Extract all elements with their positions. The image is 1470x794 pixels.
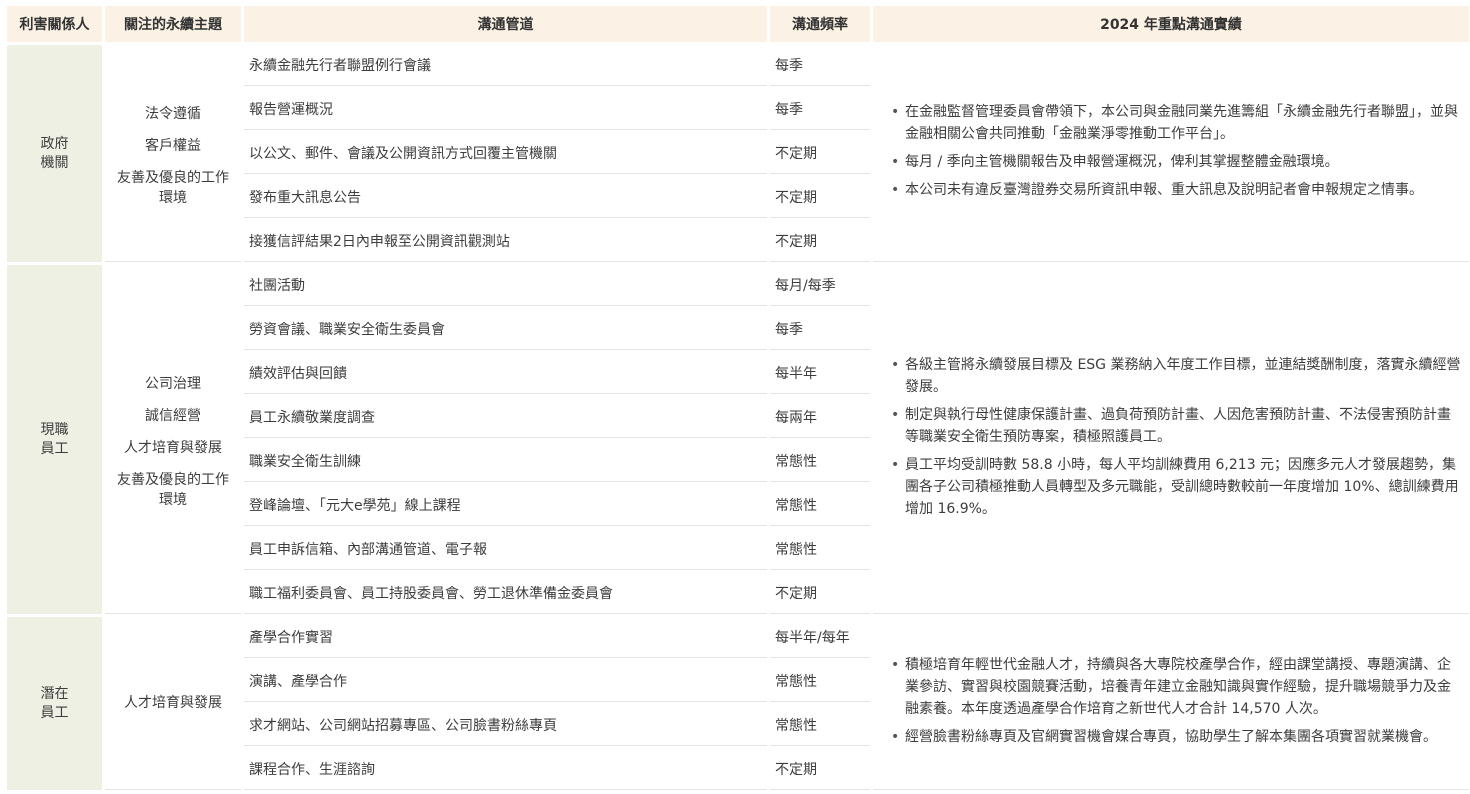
results-list: 各級主管將永續發展目標及 ESG 業務納入年度工作目標，並連結獎酬制度，落實永續… <box>891 354 1463 520</box>
header-topics: 關注的永續主題 <box>105 6 241 42</box>
topic-item: 人才培育與發展 <box>124 695 222 711</box>
frequency-cell: 每季 <box>770 89 870 130</box>
frequency-cell: 每季 <box>770 45 870 86</box>
result-bullet: 員工平均受訓時數 58.8 小時，每人平均訓練費用 6,213 元；因應多元人才… <box>891 454 1463 520</box>
frequency-cell: 常態性 <box>770 485 870 526</box>
channel-cell: 員工永續敬業度調查 <box>244 397 767 438</box>
stakeholder-name: 員工 <box>40 440 69 457</box>
frequency-cell: 常態性 <box>770 441 870 482</box>
stakeholder-name: 政府 <box>40 135 69 152</box>
channel-cell: 員工申訴信箱、內部溝通管道、電子報 <box>244 529 767 570</box>
topic-item: 公司治理 <box>145 376 201 392</box>
stakeholder-name: 機關 <box>40 154 69 171</box>
topics-cell: 法令遵循 客戶權益 友善及優良的工作 環境 <box>105 45 241 262</box>
frequency-cell: 不定期 <box>770 573 870 614</box>
result-bullet: 在金融監督管理委員會帶領下，本公司與金融同業先進籌組「永續金融先行者聯盟」，並與… <box>891 101 1463 145</box>
results-cell: 積極培育年輕世代金融人才，持續與各大專院校產學合作，經由課堂講授、專題演講、企業… <box>873 617 1469 790</box>
stakeholder-name: 員工 <box>40 704 69 721</box>
header-stakeholder: 利害關係人 <box>7 6 102 42</box>
channel-cell: 演講、產學合作 <box>244 661 767 702</box>
result-bullet: 各級主管將永續發展目標及 ESG 業務納入年度工作目標，並連結獎酬制度，落實永續… <box>891 354 1463 398</box>
frequency-cell: 常態性 <box>770 529 870 570</box>
channel-cell: 社團活動 <box>244 265 767 306</box>
results-list: 在金融監督管理委員會帶領下，本公司與金融同業先進籌組「永續金融先行者聯盟」，並與… <box>891 101 1463 201</box>
channel-cell: 永續金融先行者聯盟例行會議 <box>244 45 767 86</box>
frequency-cell: 每半年/每年 <box>770 617 870 658</box>
channel-cell: 職工福利委員會、員工持股委員會、勞工退休準備金委員會 <box>244 573 767 614</box>
frequency-cell: 常態性 <box>770 705 870 746</box>
channel-cell: 發布重大訊息公告 <box>244 177 767 218</box>
topics-cell: 人才培育與發展 <box>105 617 241 790</box>
header-channel: 溝通管道 <box>244 6 767 42</box>
table-row: 潛在員工 人才培育與發展 產學合作實習每半年/每年積極培育年輕世代金融人才，持續與各… <box>7 617 1469 790</box>
stakeholder-name: 現職 <box>40 421 69 438</box>
results-list: 積極培育年輕世代金融人才，持續與各大專院校產學合作，經由課堂講授、專題演講、企業… <box>891 654 1463 748</box>
channel-cell: 產學合作實習 <box>244 617 767 658</box>
channel-cell: 職業安全衛生訓練 <box>244 441 767 482</box>
channel-cell: 以公文、郵件、會議及公開資訊方式回覆主管機關 <box>244 133 767 174</box>
header-results: 2024 年重點溝通實績 <box>873 6 1469 42</box>
frequency-cell: 每月/每季 <box>770 265 870 306</box>
frequency-cell: 常態性 <box>770 661 870 702</box>
header-row: 利害關係人 關注的永續主題 溝通管道 溝通頻率 2024 年重點溝通實績 <box>7 6 1469 42</box>
channel-cell: 報告營運概況 <box>244 89 767 130</box>
frequency-cell: 不定期 <box>770 221 870 262</box>
result-bullet: 本公司未有違反臺灣證券交易所資訊申報、重大訊息及說明記者會申報規定之情事。 <box>891 179 1463 201</box>
stakeholder-cell: 政府 機關 <box>7 45 102 262</box>
frequency-cell: 不定期 <box>770 177 870 218</box>
results-cell: 在金融監督管理委員會帶領下，本公司與金融同業先進籌組「永續金融先行者聯盟」，並與… <box>873 45 1469 262</box>
topic-item: 客戶權益 <box>145 138 201 154</box>
result-bullet: 制定與執行母性健康保護計畫、過負荷預防計畫、人因危害預防計畫、不法侵害預防計畫等… <box>891 404 1463 448</box>
channel-cell: 接獲信評結果2日內申報至公開資訊觀測站 <box>244 221 767 262</box>
table-row: 現職員工公司治理誠信經營人才培育與發展友善及優良的工作環境社團活動每月/每季各級… <box>7 265 1469 614</box>
frequency-cell: 每半年 <box>770 353 870 394</box>
topic-item: 法令遵循 <box>145 106 201 122</box>
result-bullet: 積極培育年輕世代金融人才，持續與各大專院校產學合作，經由課堂講授、專題演講、企業… <box>891 654 1463 720</box>
table-row: 政府機關法令遵循客戶權益友善及優良的工作環境永續金融先行者聯盟例行會議每季在金融… <box>7 45 1469 262</box>
channel-cell: 求才網站、公司網站招募專區、公司臉書粉絲專頁 <box>244 705 767 746</box>
channel-cell: 勞資會議、職業安全衛生委員會 <box>244 309 767 350</box>
frequency-cell: 不定期 <box>770 133 870 174</box>
channel-cell: 登峰論壇、「元大e學苑」線上課程 <box>244 485 767 526</box>
results-cell: 各級主管將永續發展目標及 ESG 業務納入年度工作目標，並連結獎酬制度，落實永續… <box>873 265 1469 614</box>
topic-item: 人才培育與發展 <box>124 440 222 456</box>
channel-cell: 課程合作、生涯諮詢 <box>244 749 767 790</box>
stakeholder-name: 潛在 <box>40 685 69 702</box>
stakeholder-communication-table: 利害關係人 關注的永續主題 溝通管道 溝通頻率 2024 年重點溝通實績 政府機… <box>4 3 1470 793</box>
header-frequency: 溝通頻率 <box>770 6 870 42</box>
topics-cell: 公司治理 誠信經營 人才培育與發展 友善及優良的工作 環境 <box>105 265 241 614</box>
frequency-cell: 每季 <box>770 309 870 350</box>
result-bullet: 每月 / 季向主管機關報告及申報營運概況，俾利其掌握整體金融環境。 <box>891 151 1463 173</box>
topic-item: 誠信經營 <box>145 408 201 424</box>
stakeholder-cell: 現職 員工 <box>7 265 102 614</box>
result-bullet: 經營臉書粉絲專頁及官網實習機會媒合專頁，協助學生了解本集團各項實習就業機會。 <box>891 726 1463 748</box>
frequency-cell: 每兩年 <box>770 397 870 438</box>
stakeholder-cell: 潛在 員工 <box>7 617 102 790</box>
frequency-cell: 不定期 <box>770 749 870 790</box>
channel-cell: 績效評估與回饋 <box>244 353 767 394</box>
